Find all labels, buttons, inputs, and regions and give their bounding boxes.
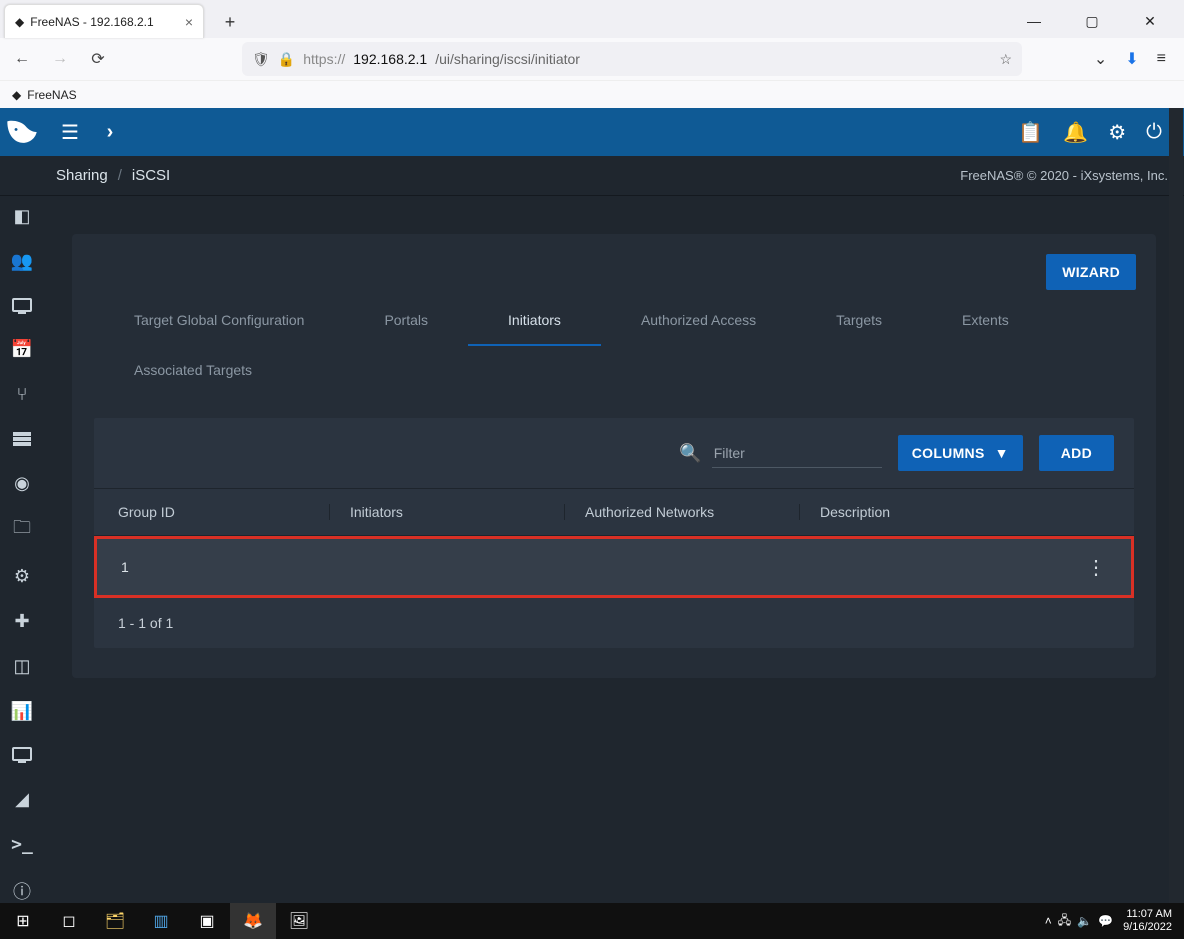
hamburger-menu-icon[interactable]: ≡ <box>1157 50 1166 68</box>
copyright-text: FreeNAS® © 2020 - iXsystems, Inc. <box>960 168 1168 183</box>
table-row[interactable]: 1 ⋮ <box>97 539 1131 595</box>
bookmark-item[interactable]: FreeNAS <box>27 88 76 102</box>
taskbar-terminal-icon[interactable]: ▣ <box>184 903 230 939</box>
start-button[interactable]: ⊞ <box>0 903 46 939</box>
sidebar-item-reporting[interactable]: 📊 <box>10 701 34 722</box>
sidebar-item-network[interactable]: ⑂ <box>10 384 34 405</box>
window-minimize-icon[interactable]: — <box>1014 13 1054 29</box>
tab-targets[interactable]: Targets <box>796 296 922 346</box>
taskbar-clock[interactable]: 11:07 AM 9/16/2022 <box>1119 908 1176 934</box>
scrollbar[interactable] <box>1169 108 1183 903</box>
taskbar-firefox-icon[interactable]: 🦊 <box>230 903 276 939</box>
sidebar-item-tasks[interactable]: 📅 <box>10 339 34 360</box>
highlighted-row-annotation: 1 ⋮ <box>94 536 1134 598</box>
table-pager: 1 - 1 of 1 <box>94 598 1134 648</box>
lock-icon: 🔒 <box>278 51 295 68</box>
tab-authorized-access[interactable]: Authorized Access <box>601 296 796 346</box>
window-close-icon[interactable]: ✕ <box>1130 13 1170 30</box>
col-header-description: Description <box>799 504 1064 520</box>
pocket-icon[interactable]: ⌄ <box>1094 49 1107 69</box>
app-toolbar: ☰ › 📋 🔔 ⚙ ⏻ <box>0 108 1184 156</box>
task-view-button[interactable]: ◻ <box>46 903 92 939</box>
taskbar-app1-icon[interactable]: ▥ <box>138 903 184 939</box>
tab-title: FreeNAS - 192.168.2.1 <box>30 15 153 29</box>
sidebar-item-services[interactable]: ⚙ <box>10 566 34 587</box>
sidebar-item-display[interactable]: ◢ <box>10 789 34 810</box>
tray-volume-icon[interactable]: 🔈 <box>1077 914 1092 928</box>
bookmark-star-icon[interactable]: ☆ <box>999 51 1012 68</box>
iscsi-card: WIZARD Target Global Configuration Porta… <box>72 234 1156 678</box>
col-header-group-id: Group ID <box>94 504 329 520</box>
sidebar-item-directory[interactable]: ◉ <box>10 473 34 494</box>
browser-tab[interactable]: ◆ FreeNAS - 192.168.2.1 × <box>4 4 204 38</box>
taskbar-app2-icon[interactable]: 🖼 <box>276 903 322 939</box>
tab-close-icon[interactable]: × <box>185 14 193 30</box>
sidebar-item-jails[interactable]: ◫ <box>10 656 34 677</box>
sidebar-item-storage[interactable] <box>10 429 34 448</box>
tab-initiators[interactable]: Initiators <box>468 296 601 346</box>
shield-icon: 🛡 <box>252 51 270 68</box>
nav-sidebar: ◧ 👥 📅 ⑂ ◉ 🗀 ⚙ ✚ ◫ 📊 ◢ >_ ⓘ <box>0 196 44 903</box>
columns-button[interactable]: COLUMNS ▼ <box>898 435 1023 471</box>
dropdown-arrow-icon: ▼ <box>995 445 1009 461</box>
tray-network-icon[interactable]: 🖧 <box>1058 911 1071 932</box>
wizard-button[interactable]: WIZARD <box>1046 254 1136 290</box>
settings-gear-icon[interactable]: ⚙ <box>1108 120 1126 145</box>
breadcrumb-root[interactable]: Sharing <box>56 167 108 184</box>
add-button[interactable]: ADD <box>1039 435 1114 471</box>
nav-forward-button[interactable]: → <box>46 45 74 73</box>
taskbar-explorer-icon[interactable]: 🗂 <box>92 903 138 939</box>
bookmark-favicon-icon: ◆ <box>12 88 21 102</box>
nav-back-button[interactable]: ← <box>8 45 36 73</box>
breadcrumb-current: iSCSI <box>132 167 170 184</box>
sidebar-item-plugins[interactable]: ✚ <box>10 611 34 632</box>
columns-button-label: COLUMNS <box>912 445 985 461</box>
tray-chevron-up-icon[interactable]: ˄ <box>1045 914 1052 928</box>
search-icon: 🔍 <box>679 443 701 464</box>
app-logo-icon[interactable] <box>0 108 44 156</box>
clipboard-icon[interactable]: 📋 <box>1018 120 1043 145</box>
notifications-icon[interactable]: 🔔 <box>1063 120 1088 145</box>
url-host: 192.168.2.1 <box>353 51 427 67</box>
chevron-right-icon[interactable]: › <box>96 121 124 144</box>
url-path: /ui/sharing/iscsi/initiator <box>435 51 580 67</box>
col-header-initiators: Initiators <box>329 504 564 520</box>
cell-group-id: 1 <box>97 559 332 575</box>
downloads-icon[interactable]: ⬇ <box>1125 49 1138 69</box>
new-tab-button[interactable]: + <box>216 8 244 36</box>
window-restore-icon[interactable]: ▢ <box>1072 13 1112 30</box>
row-actions-button[interactable]: ⋮ <box>1061 555 1131 580</box>
table-header: Group ID Initiators Authorized Networks … <box>94 488 1134 536</box>
sidebar-item-accounts[interactable]: 👥 <box>10 251 34 272</box>
tray-notifications-icon[interactable]: 💬 <box>1098 914 1113 928</box>
sidebar-item-dashboard[interactable]: ◧ <box>10 206 34 227</box>
url-prefix: https:// <box>303 51 345 67</box>
nav-reload-button[interactable]: ⟳ <box>84 45 112 73</box>
address-bar[interactable]: 🛡 🔒 https:// 192.168.2.1 /ui/sharing/isc… <box>242 42 1022 76</box>
sidebar-item-sharing[interactable]: 🗀 <box>10 518 34 542</box>
taskbar-date: 9/16/2022 <box>1123 921 1172 934</box>
sidebar-item-guide[interactable]: ⓘ <box>10 879 34 903</box>
tab-target-global-config[interactable]: Target Global Configuration <box>94 296 344 346</box>
windows-taskbar: ⊞ ◻ 🗂 ▥ ▣ 🦊 🖼 ˄ 🖧 🔈 💬 11:07 AM 9/16/2022 <box>0 903 1184 939</box>
breadcrumb-separator: / <box>118 167 122 184</box>
taskbar-time: 11:07 AM <box>1123 908 1172 921</box>
sidebar-item-shell[interactable]: >_ <box>10 834 34 855</box>
sidebar-item-vm[interactable] <box>10 746 34 765</box>
power-icon[interactable]: ⏻ <box>1146 121 1162 144</box>
tab-favicon-icon: ◆ <box>15 15 24 29</box>
tab-associated-targets[interactable]: Associated Targets <box>94 346 292 394</box>
menu-icon[interactable]: ☰ <box>56 120 84 145</box>
filter-input[interactable] <box>712 439 882 468</box>
tab-portals[interactable]: Portals <box>344 296 468 346</box>
col-header-networks: Authorized Networks <box>564 504 799 520</box>
tab-extents[interactable]: Extents <box>922 296 1049 346</box>
iscsi-tabs: Target Global Configuration Portals Init… <box>94 296 1134 394</box>
sidebar-item-system[interactable] <box>10 296 34 315</box>
